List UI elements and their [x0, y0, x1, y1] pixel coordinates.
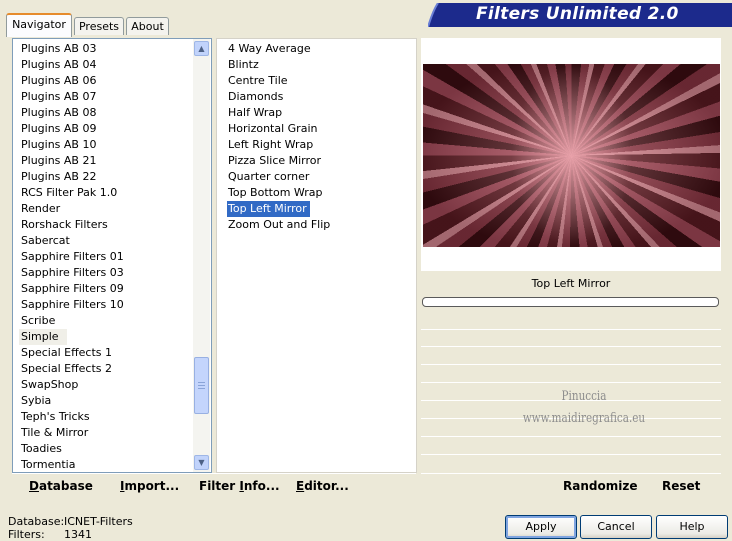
- parameter-area: Pinuccia www.maidiregrafica.eu: [421, 309, 721, 471]
- filter-item[interactable]: Pizza Slice Mirror: [228, 153, 321, 169]
- category-item[interactable]: Sybia: [21, 393, 51, 409]
- tab-presets[interactable]: Presets: [74, 17, 124, 35]
- import-button[interactable]: Import...: [120, 479, 179, 493]
- preview-panel: [421, 38, 721, 271]
- category-list[interactable]: Plugins AB 03 Plugins AB 04 Plugins AB 06 P…: [12, 38, 212, 473]
- category-item[interactable]: Plugins AB 21: [21, 153, 96, 169]
- category-item[interactable]: Plugins AB 09: [21, 121, 96, 137]
- category-item[interactable]: Sapphire Filters 09: [21, 281, 124, 297]
- filter-item[interactable]: Left Right Wrap: [228, 137, 313, 153]
- scroll-thumb[interactable]: [194, 357, 209, 414]
- category-item[interactable]: Plugins AB 06: [21, 73, 96, 89]
- filter-item[interactable]: Top Bottom Wrap: [228, 185, 323, 201]
- category-item[interactable]: Plugins AB 10: [21, 137, 96, 153]
- category-item[interactable]: Tile & Mirror: [21, 425, 88, 441]
- category-item[interactable]: Toadies: [21, 441, 62, 457]
- watermark: Pinuccia www.maidiregrafica.eu: [522, 389, 646, 426]
- filter-list[interactable]: 4 Way Average Blintz Centre Tile Diamonds Ha…: [216, 38, 417, 473]
- reset-button[interactable]: Reset: [662, 479, 700, 493]
- filters-count-label: Filters:: [8, 528, 45, 541]
- filters-count-value: 1341: [64, 528, 92, 541]
- preview-image: [423, 64, 720, 247]
- randomize-button[interactable]: Randomize: [563, 479, 637, 493]
- database-label: Database:: [8, 515, 65, 528]
- apply-button[interactable]: Apply: [505, 515, 577, 539]
- category-item[interactable]: Plugins AB 03: [21, 41, 96, 57]
- category-item[interactable]: Rorshack Filters: [21, 217, 108, 233]
- category-item[interactable]: Sapphire Filters 03: [21, 265, 124, 281]
- app-title: Filters Unlimited 2.0: [476, 4, 679, 24]
- category-item[interactable]: Sabercat: [21, 233, 70, 249]
- category-item[interactable]: Sapphire Filters 10: [21, 297, 124, 313]
- database-value: ICNET-Filters: [64, 515, 133, 528]
- category-item[interactable]: Teph's Tricks: [21, 409, 90, 425]
- editor-button[interactable]: Editor...: [296, 479, 349, 493]
- category-item[interactable]: RCS Filter Pak 1.0: [21, 185, 117, 201]
- selected-filter-name: Top Left Mirror: [421, 273, 721, 295]
- category-item[interactable]: Plugins AB 08: [21, 105, 96, 121]
- category-item[interactable]: Scribe: [21, 313, 55, 329]
- scroll-down-button[interactable]: ▼: [194, 455, 209, 470]
- category-item[interactable]: Simple: [19, 329, 67, 345]
- filter-item[interactable]: Top Left Mirror: [226, 200, 311, 218]
- filter-item[interactable]: Half Wrap: [228, 105, 282, 121]
- category-item[interactable]: Sapphire Filters 01: [21, 249, 124, 265]
- tab-navigator[interactable]: Navigator: [6, 13, 72, 37]
- category-item[interactable]: Plugins AB 04: [21, 57, 96, 73]
- filter-item[interactable]: Horizontal Grain: [228, 121, 317, 137]
- filter-item[interactable]: Blintz: [228, 57, 259, 73]
- database-button[interactable]: Database: [29, 479, 93, 493]
- category-item[interactable]: Special Effects 2: [21, 361, 112, 377]
- filter-item[interactable]: Diamonds: [228, 89, 283, 105]
- left-toolbar: Database Import... Filter Info... Editor…: [12, 473, 416, 499]
- category-item[interactable]: Plugins AB 22: [21, 169, 96, 185]
- help-button[interactable]: Help: [656, 515, 728, 539]
- category-item[interactable]: Tormentia: [21, 457, 75, 472]
- filter-item[interactable]: Centre Tile: [228, 73, 288, 89]
- category-item[interactable]: SwapShop: [21, 377, 78, 393]
- filter-item[interactable]: Quarter corner: [228, 169, 309, 185]
- scroll-up-button[interactable]: ▲: [194, 41, 209, 56]
- filter-info-button[interactable]: Filter Info...: [199, 479, 280, 493]
- category-item[interactable]: Plugins AB 07: [21, 89, 96, 105]
- category-item[interactable]: Special Effects 1: [21, 345, 112, 361]
- progress-bar: [422, 297, 719, 307]
- tab-about[interactable]: About: [126, 17, 169, 35]
- filter-item[interactable]: 4 Way Average: [228, 41, 311, 57]
- database-info: Database:ICNET-Filters Filters: 1341: [8, 515, 133, 541]
- filter-item[interactable]: Zoom Out and Flip: [228, 217, 330, 233]
- category-item[interactable]: Render: [21, 201, 60, 217]
- cancel-button[interactable]: Cancel: [580, 515, 652, 539]
- category-scrollbar[interactable]: ▲ ▼: [193, 39, 210, 472]
- right-toolbar: Randomize Reset: [421, 473, 721, 499]
